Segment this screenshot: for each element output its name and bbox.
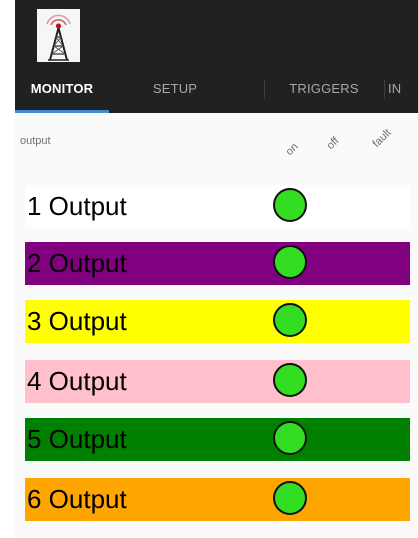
output-label: 5 Output xyxy=(27,424,127,454)
status-on-indicator xyxy=(273,188,307,222)
output-label: 2 Output xyxy=(27,248,127,278)
output-row[interactable]: 4 Output xyxy=(25,360,410,403)
output-label: 6 Output xyxy=(27,484,127,514)
output-column-header: output xyxy=(20,135,51,147)
tab-label: MONITOR xyxy=(30,81,94,96)
column-label-on: on xyxy=(283,140,301,158)
status-on-indicator xyxy=(273,363,307,397)
tab-divider xyxy=(264,80,265,99)
tab-divider xyxy=(384,80,385,99)
tab-monitor[interactable]: MONITOR xyxy=(15,66,109,113)
output-row[interactable]: 6 Output xyxy=(25,478,410,521)
output-label: 1 Output xyxy=(27,191,127,221)
column-label-fault: fault xyxy=(370,126,394,150)
output-label: 4 Output xyxy=(27,366,127,396)
active-tab-indicator xyxy=(15,110,109,113)
app-screen: MONITOR SETUP TRIGGERS IN output on off fault… xyxy=(15,0,418,538)
tab-bar: MONITOR SETUP TRIGGERS IN xyxy=(15,66,418,113)
app-logo xyxy=(37,9,80,62)
status-on-indicator xyxy=(273,481,307,515)
tab-triggers[interactable]: TRIGGERS xyxy=(264,66,384,113)
output-row[interactable]: 3 Output xyxy=(25,300,410,343)
tab-setup[interactable]: SETUP xyxy=(109,66,241,113)
column-label-off: off xyxy=(324,135,342,152)
radio-tower-icon xyxy=(46,14,71,61)
output-row[interactable]: 1 Output xyxy=(25,185,410,228)
output-row[interactable]: 5 Output xyxy=(25,418,410,461)
tab-in[interactable]: IN xyxy=(384,66,418,113)
status-on-indicator xyxy=(273,421,307,455)
app-bar: MONITOR SETUP TRIGGERS IN xyxy=(15,0,418,113)
tab-label: SETUP xyxy=(152,81,198,96)
status-on-indicator xyxy=(273,245,307,279)
output-row[interactable]: 2 Output xyxy=(25,242,410,285)
status-on-indicator xyxy=(273,303,307,337)
output-label: 3 Output xyxy=(27,306,127,336)
tab-label: TRIGGERS xyxy=(289,81,359,96)
tab-label: IN xyxy=(388,81,402,96)
